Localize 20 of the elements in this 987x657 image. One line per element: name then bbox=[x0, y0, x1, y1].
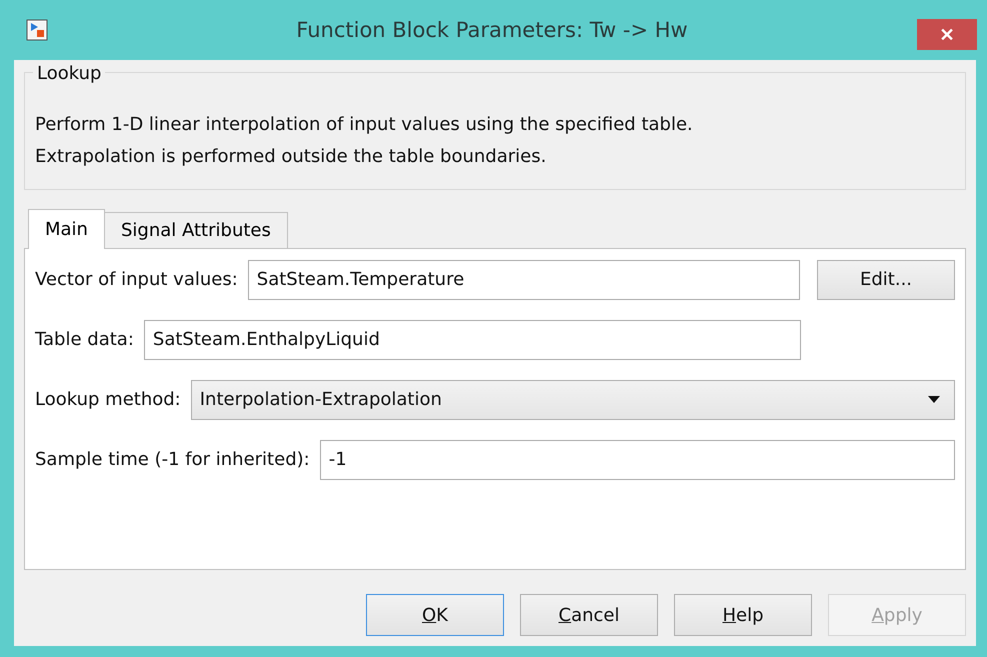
field-label: Sample time (-1 for inherited): bbox=[35, 449, 310, 470]
dialog-button[interactable]: Help bbox=[674, 594, 812, 636]
edit-button[interactable]: Edit... bbox=[817, 260, 955, 300]
field-label: Vector of input values: bbox=[35, 269, 238, 290]
close-button[interactable]: ✕ bbox=[917, 19, 977, 50]
input-field[interactable]: -1 bbox=[320, 440, 955, 480]
dialog-button[interactable]: OK bbox=[366, 594, 504, 636]
tab[interactable]: Main bbox=[28, 209, 105, 249]
input-field[interactable]: SatSteam.EnthalpyLiquid bbox=[144, 320, 801, 360]
field-label: Lookup method: bbox=[35, 389, 181, 410]
app-icon bbox=[26, 19, 48, 41]
dropdown[interactable]: Interpolation-Extrapolation bbox=[190, 380, 955, 420]
group-title: Lookup bbox=[33, 63, 106, 84]
tab[interactable]: Signal Attributes bbox=[104, 212, 288, 248]
field-label: Table data: bbox=[35, 329, 134, 350]
dialog-button[interactable]: Cancel bbox=[520, 594, 658, 636]
description-text: Perform 1-D linear interpolation of input values using the specified table. Extrapolation is performed outside the table boundaries. bbox=[35, 113, 694, 169]
input-field[interactable]: SatSteam.Temperature bbox=[248, 260, 800, 300]
window-title: Function Block Parameters: Tw -> Hw bbox=[296, 18, 688, 42]
dropdown-arrow-icon bbox=[928, 396, 940, 403]
